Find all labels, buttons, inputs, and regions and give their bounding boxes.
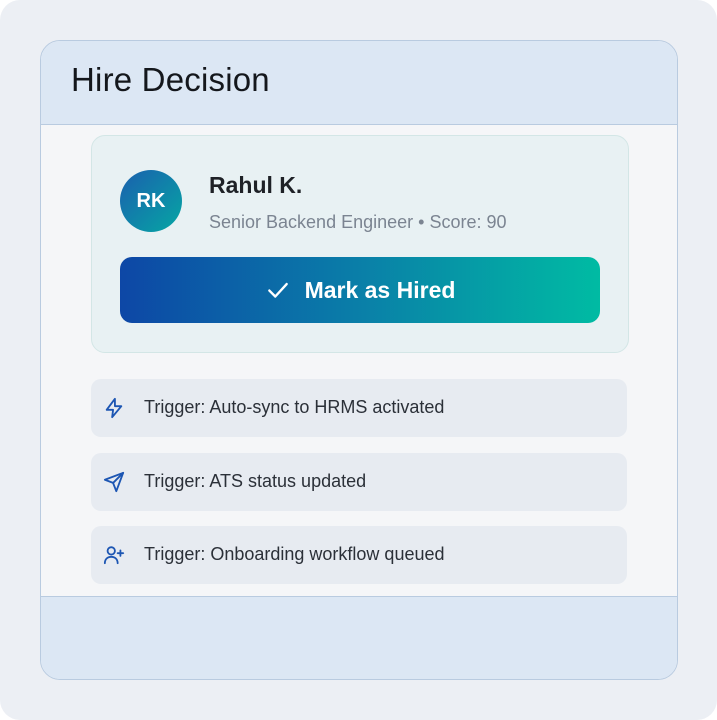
- user-plus-icon: [103, 546, 125, 565]
- mark-as-hired-button[interactable]: Mark as Hired: [120, 257, 600, 323]
- panel-footer: [41, 596, 677, 679]
- page-title: Hire Decision: [71, 61, 270, 98]
- lightning-icon: [105, 397, 123, 419]
- trigger-label: Trigger: Auto-sync to HRMS activated: [144, 397, 445, 417]
- candidate-card: RK Rahul K. Senior Backend Engineer • Sc…: [91, 135, 629, 353]
- candidate-subtitle: Senior Backend Engineer • Score: 90: [209, 212, 507, 232]
- checkmark-icon: [267, 282, 288, 298]
- panel-header: Hire Decision: [41, 41, 677, 125]
- app-background: Hire Decision RK Rahul K. Senior Backend…: [0, 0, 717, 720]
- trigger-item-hrms-sync: Trigger: Auto-sync to HRMS activated: [91, 379, 627, 437]
- trigger-item-ats-status: Trigger: ATS status updated: [91, 453, 627, 511]
- send-icon: [103, 471, 125, 493]
- avatar: RK: [120, 170, 182, 232]
- candidate-name: Rahul K.: [209, 172, 303, 198]
- hire-decision-panel: Hire Decision RK Rahul K. Senior Backend…: [40, 40, 678, 680]
- trigger-label: Trigger: Onboarding workflow queued: [144, 544, 445, 564]
- trigger-label: Trigger: ATS status updated: [144, 471, 367, 491]
- mark-as-hired-label: Mark as Hired: [304, 276, 456, 303]
- trigger-item-onboarding: Trigger: Onboarding workflow queued: [91, 526, 627, 584]
